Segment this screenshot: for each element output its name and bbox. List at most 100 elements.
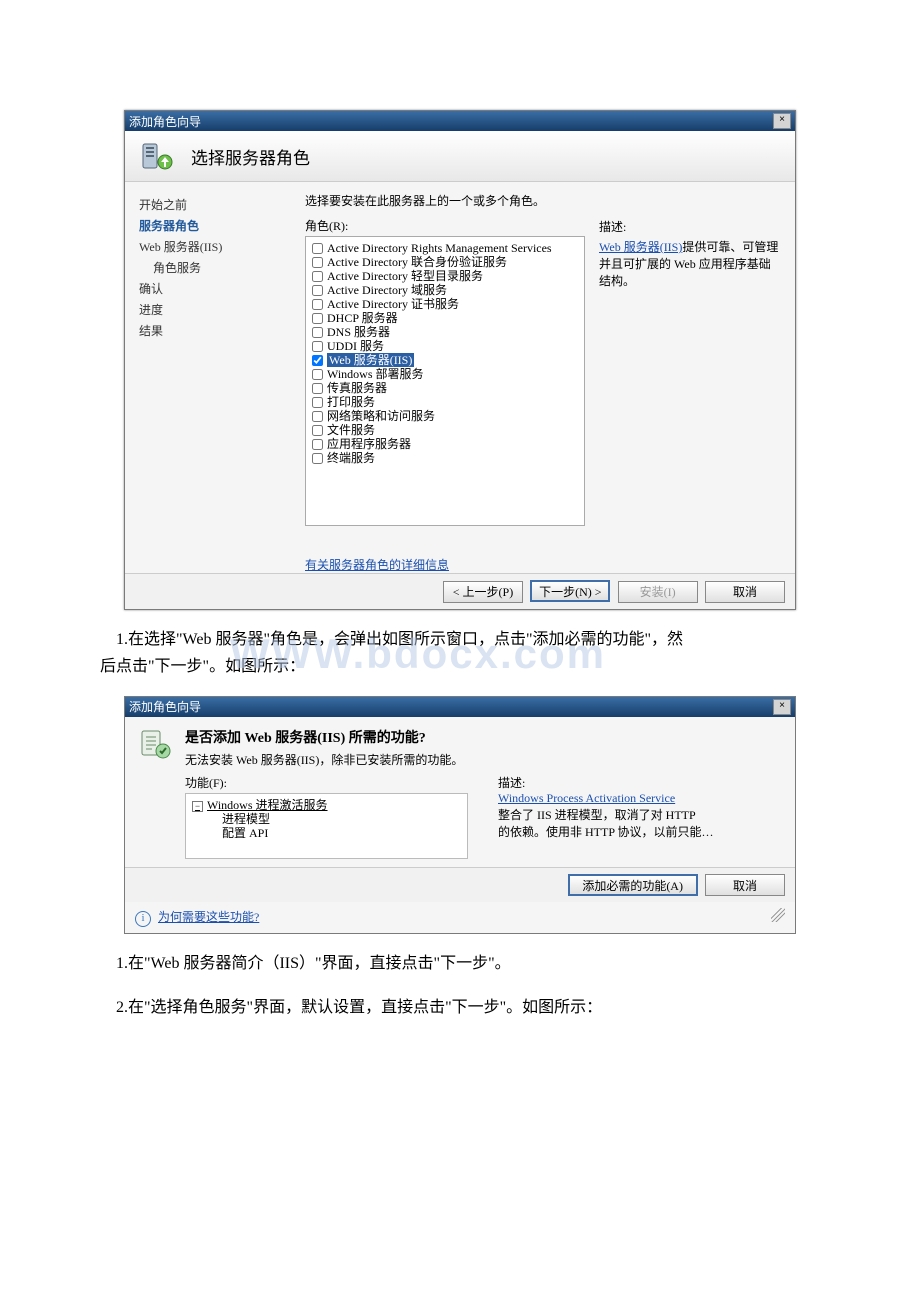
role-row[interactable]: 网络策略和访问服务: [312, 409, 578, 423]
instruction-text: 选择要安装在此服务器上的一个或多个角色。: [305, 192, 585, 209]
role-checkbox[interactable]: [312, 411, 323, 422]
more-info-link[interactable]: 有关服务器角色的详细信息: [305, 556, 449, 573]
role-checkbox[interactable]: [312, 439, 323, 450]
role-checkbox[interactable]: [312, 397, 323, 408]
tree-child-row[interactable]: 配置 API: [192, 826, 461, 840]
role-row[interactable]: Active Directory 轻型目录服务: [312, 269, 578, 283]
role-row[interactable]: DHCP 服务器: [312, 311, 578, 325]
role-label: 传真服务器: [327, 381, 387, 395]
why-features-link[interactable]: 为何需要这些功能?: [158, 910, 259, 924]
description-line-2: 的依赖。使用非 HTTP 协议，以前只能…: [498, 825, 714, 839]
dialog-footer: i 为何需要这些功能?: [125, 902, 795, 933]
roles-label: 角色(R):: [305, 217, 585, 234]
tree-parent-row[interactable]: −Windows 进程激活服务: [192, 798, 461, 812]
role-checkbox[interactable]: [312, 341, 323, 352]
sidebar-step[interactable]: 服务器角色: [125, 215, 295, 236]
role-label: 打印服务: [327, 395, 375, 409]
paragraph-1-line-2: 后点击"下一步"。如图所示：: [100, 658, 305, 675]
role-checkbox[interactable]: [312, 369, 323, 380]
dialog-titlebar[interactable]: 添加角色向导 ×: [125, 111, 795, 131]
role-label: Active Directory 联合身份验证服务: [327, 255, 507, 269]
wizard-button-row: < 上一步(P) 下一步(N) > 安装(I) 取消: [125, 573, 795, 609]
add-roles-wizard-dialog: 添加角色向导 × 选择服务器角色 开始之前服务器角色Web 服务器(IIS)角色…: [124, 110, 796, 610]
role-row[interactable]: 应用程序服务器: [312, 437, 578, 451]
dialog-title: 添加角色向导: [129, 698, 201, 715]
server-role-icon: [139, 138, 175, 174]
role-row[interactable]: 文件服务: [312, 423, 578, 437]
dialog-header: 选择服务器角色: [125, 131, 795, 182]
role-row[interactable]: UDDI 服务: [312, 339, 578, 353]
role-label: DHCP 服务器: [327, 311, 398, 325]
tree-child-row[interactable]: 进程模型: [192, 812, 461, 826]
role-label: 终端服务: [327, 451, 375, 465]
watermark-text: WWW.bdocx.com: [230, 618, 606, 689]
install-button: 安装(I): [618, 581, 698, 603]
resize-grip-icon[interactable]: [771, 908, 785, 922]
tree-parent-label: Windows 进程激活服务: [207, 798, 328, 812]
info-icon: i: [135, 911, 151, 927]
close-icon[interactable]: ×: [773, 113, 791, 129]
cancel-button[interactable]: 取消: [705, 581, 785, 603]
role-row[interactable]: Active Directory 证书服务: [312, 297, 578, 311]
role-checkbox[interactable]: [312, 355, 323, 366]
tree-collapse-icon[interactable]: −: [192, 801, 203, 812]
article-paragraph-2: 1.在"Web 服务器简介（IIS）"界面，直接点击"下一步"。: [100, 950, 820, 977]
roles-listbox[interactable]: Active Directory Rights Management Servi…: [305, 236, 585, 526]
sidebar-step[interactable]: 确认: [125, 278, 295, 299]
paragraph-1-line-1: 1.在选择"Web 服务器"角色是，会弹出如图所示窗口，点击"添加必需的功能"，…: [116, 631, 683, 648]
dialog-heading: 是否添加 Web 服务器(IIS) 所需的功能?: [185, 727, 463, 747]
role-row[interactable]: 传真服务器: [312, 381, 578, 395]
dialog-button-row: 添加必需的功能(A) 取消: [125, 867, 795, 903]
features-tree[interactable]: −Windows 进程激活服务 进程模型 配置 API: [185, 793, 468, 859]
role-checkbox[interactable]: [312, 425, 323, 436]
sidebar-step[interactable]: 角色服务: [125, 257, 295, 278]
description-label: 描述:: [498, 774, 781, 791]
role-checkbox[interactable]: [312, 285, 323, 296]
role-checkbox[interactable]: [312, 383, 323, 394]
role-row[interactable]: DNS 服务器: [312, 325, 578, 339]
role-label: DNS 服务器: [327, 325, 390, 339]
role-row[interactable]: Active Directory Rights Management Servi…: [312, 241, 578, 255]
wizard-task-icon: [139, 727, 173, 761]
role-label: Active Directory Rights Management Servi…: [327, 241, 552, 255]
role-checkbox[interactable]: [312, 299, 323, 310]
role-row[interactable]: Web 服务器(IIS): [312, 353, 578, 367]
role-label: Web 服务器(IIS): [327, 353, 414, 367]
description-link[interactable]: Windows Process Activation Service: [498, 791, 675, 805]
sidebar-step[interactable]: 进度: [125, 299, 295, 320]
role-label: 网络策略和访问服务: [327, 409, 435, 423]
role-row[interactable]: 终端服务: [312, 451, 578, 465]
sidebar-step[interactable]: 结果: [125, 320, 295, 341]
role-row[interactable]: 打印服务: [312, 395, 578, 409]
dialog-titlebar[interactable]: 添加角色向导 ×: [125, 697, 795, 717]
role-checkbox[interactable]: [312, 453, 323, 464]
add-required-features-button[interactable]: 添加必需的功能(A): [568, 874, 698, 896]
description-label: 描述:: [599, 218, 779, 235]
wizard-steps-sidebar: 开始之前服务器角色Web 服务器(IIS)角色服务确认进度结果: [125, 182, 295, 573]
role-row[interactable]: Active Directory 联合身份验证服务: [312, 255, 578, 269]
role-label: UDDI 服务: [327, 339, 384, 353]
role-label: Active Directory 证书服务: [327, 297, 459, 311]
role-checkbox[interactable]: [312, 327, 323, 338]
description-link[interactable]: Web 服务器(IIS): [599, 240, 682, 254]
sidebar-step[interactable]: 开始之前: [125, 194, 295, 215]
dialog-header-text: 选择服务器角色: [191, 144, 310, 169]
dialog-subtext: 无法安装 Web 服务器(IIS)，除非已安装所需的功能。: [185, 751, 463, 768]
dialog-title: 添加角色向导: [129, 113, 201, 130]
prev-button[interactable]: < 上一步(P): [443, 581, 523, 603]
role-checkbox[interactable]: [312, 257, 323, 268]
description-line-1: 整合了 IIS 进程模型，取消了对 HTTP: [498, 808, 696, 822]
role-row[interactable]: Active Directory 域服务: [312, 283, 578, 297]
sidebar-step[interactable]: Web 服务器(IIS): [125, 236, 295, 257]
role-label: 应用程序服务器: [327, 437, 411, 451]
next-button[interactable]: 下一步(N) >: [530, 580, 610, 602]
role-checkbox[interactable]: [312, 271, 323, 282]
cancel-button[interactable]: 取消: [705, 874, 785, 896]
role-label: Active Directory 轻型目录服务: [327, 269, 483, 283]
role-checkbox[interactable]: [312, 313, 323, 324]
role-label: 文件服务: [327, 423, 375, 437]
role-row[interactable]: Windows 部署服务: [312, 367, 578, 381]
add-features-dialog: 添加角色向导 × 是否添加 Web 服务器(IIS) 所需的功能? 无法安装 W…: [124, 696, 796, 935]
close-icon[interactable]: ×: [773, 699, 791, 715]
role-checkbox[interactable]: [312, 243, 323, 254]
